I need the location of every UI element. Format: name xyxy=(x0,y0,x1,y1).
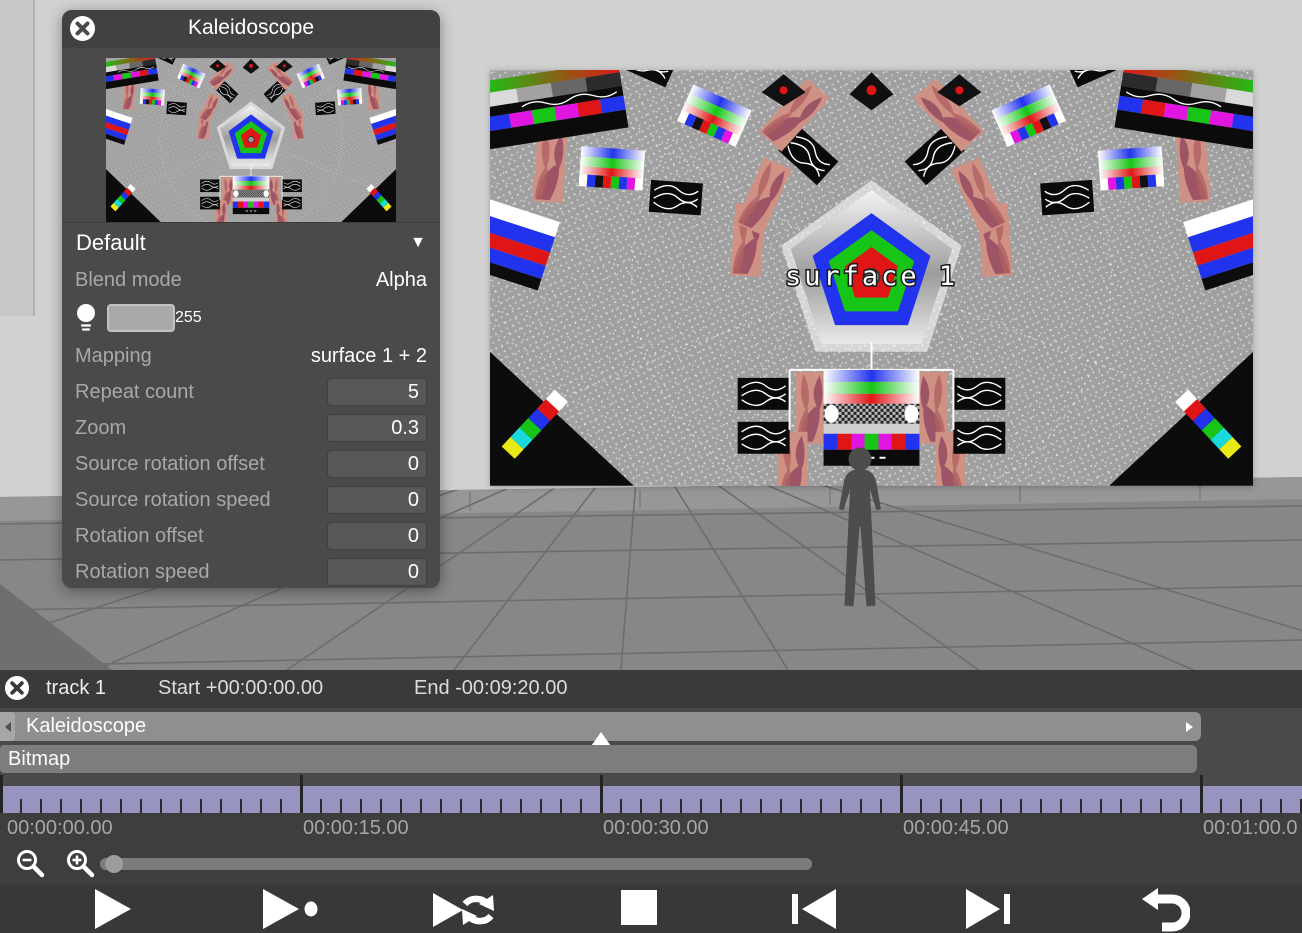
color-swatch[interactable] xyxy=(107,304,175,332)
rotation-speed-field[interactable]: 0 xyxy=(327,558,427,586)
ruler-major-tick xyxy=(0,775,3,813)
timeline-panel: track 1 Start +00:00:00.00 End -00:09:20… xyxy=(0,670,1302,933)
track-header: track 1 Start +00:00:00.00 End -00:09:20… xyxy=(0,670,1302,708)
play-button[interactable] xyxy=(93,888,133,933)
scroll-left-handle[interactable] xyxy=(0,712,15,741)
stop-icon xyxy=(620,888,658,926)
effect-title: Kaleidoscope xyxy=(62,16,440,40)
play-loop-button[interactable] xyxy=(433,888,495,933)
opacity-row: 255 xyxy=(62,298,440,338)
mapping-row: Mapping surface 1 + 2 xyxy=(62,338,440,374)
mapping-value[interactable]: surface 1 + 2 xyxy=(311,345,427,368)
opacity-field[interactable]: 255 xyxy=(175,309,202,327)
close-track-button[interactable] xyxy=(3,675,31,703)
layer-bar-bitmap[interactable]: Bitmap xyxy=(0,745,1197,773)
ruler-minor-ticks xyxy=(0,799,1302,813)
effect-panel: Kaleidoscope Default ▼ Blend mode Alpha … xyxy=(62,10,440,588)
ruler-labels: 00:00:00.00 00:00:15.00 00:00:30.00 00:0… xyxy=(0,813,1302,843)
ruler-major-tick xyxy=(600,775,603,813)
timeline-zoom-in-button[interactable] xyxy=(64,849,96,881)
surface-label: surface 1 xyxy=(785,261,958,292)
rotation-offset-label: Rotation offset xyxy=(75,525,204,548)
person-silhouette xyxy=(824,446,896,616)
source-rotation-speed-row: Source rotation speed 0 xyxy=(62,482,440,518)
wall-corner xyxy=(0,0,34,316)
preset-value: Default xyxy=(76,230,146,256)
timeline-ruler[interactable] xyxy=(0,786,1302,813)
chevron-down-icon: ▼ xyxy=(410,234,426,252)
preset-dropdown[interactable]: Default ▼ xyxy=(62,222,440,262)
source-rotation-offset-label: Source rotation offset xyxy=(75,453,265,476)
timeline-zoom-out-button[interactable] xyxy=(14,849,46,881)
projection-screen[interactable]: surface 1 xyxy=(490,70,1253,486)
effect-panel-header[interactable]: Kaleidoscope xyxy=(62,10,440,48)
ruler-major-tick xyxy=(300,775,303,813)
effect-preview xyxy=(106,58,396,222)
time-label: 00:00:45.00 xyxy=(903,817,1009,840)
layer-label: Kaleidoscope xyxy=(26,715,146,738)
track-start-time: Start +00:00:00.00 xyxy=(158,677,323,700)
slider-knob[interactable] xyxy=(105,855,123,873)
transport-bar xyxy=(0,885,1302,933)
source-rotation-offset-field[interactable]: 0 xyxy=(327,450,427,478)
blend-mode-label: Blend mode xyxy=(75,269,182,292)
zoom-label: Zoom xyxy=(75,417,126,440)
zoom-field[interactable]: 0.3 xyxy=(327,414,427,442)
track-end-time: End -00:09:20.00 xyxy=(414,677,567,700)
repeat-count-row: Repeat count 5 xyxy=(62,374,440,410)
triangle-left-icon xyxy=(5,722,11,732)
ruler-major-tick xyxy=(1200,775,1203,813)
play-from-cue-icon xyxy=(261,888,323,930)
timeline-scroll-slider[interactable] xyxy=(100,858,812,870)
play-icon xyxy=(93,888,133,930)
mapping-label: Mapping xyxy=(75,345,152,368)
ruler-major-tick xyxy=(900,775,903,813)
rotation-offset-row: Rotation offset 0 xyxy=(62,518,440,554)
time-label: 00:01:00.0 xyxy=(1203,817,1298,840)
time-label: 00:00:00.00 xyxy=(7,817,113,840)
stop-button[interactable] xyxy=(620,888,658,929)
track-name: track 1 xyxy=(46,677,106,700)
source-rotation-speed-field[interactable]: 0 xyxy=(327,486,427,514)
play-from-cue-button[interactable] xyxy=(261,888,323,933)
jump-to-start-button[interactable] xyxy=(790,888,838,933)
zoom-row: Zoom 0.3 xyxy=(62,410,440,446)
blend-mode-row: Blend mode Alpha xyxy=(62,262,440,298)
source-rotation-offset-row: Source rotation offset 0 xyxy=(62,446,440,482)
rotation-speed-label: Rotation speed xyxy=(75,561,210,584)
jump-to-end-icon xyxy=(964,888,1012,930)
zoom-out-icon xyxy=(15,849,45,879)
rotation-offset-field[interactable]: 0 xyxy=(327,522,427,550)
undo-button[interactable] xyxy=(1142,888,1190,933)
repeat-count-label: Repeat count xyxy=(75,381,194,404)
rotation-speed-row: Rotation speed 0 xyxy=(62,554,440,590)
bulb-icon xyxy=(75,303,97,333)
time-label: 00:00:30.00 xyxy=(603,817,709,840)
triangle-right-icon[interactable] xyxy=(1186,722,1193,732)
undo-icon xyxy=(1142,888,1190,933)
time-label: 00:00:15.00 xyxy=(303,817,409,840)
blend-mode-value[interactable]: Alpha xyxy=(376,269,427,292)
repeat-count-field[interactable]: 5 xyxy=(327,378,427,406)
layer-label: Bitmap xyxy=(8,748,70,771)
zoom-in-icon xyxy=(65,849,95,879)
jump-to-end-button[interactable] xyxy=(964,888,1012,933)
timeline-zoom-row xyxy=(0,843,1302,885)
play-loop-icon xyxy=(433,888,495,932)
close-icon xyxy=(4,675,30,701)
jump-to-start-icon xyxy=(790,888,838,930)
source-rotation-speed-label: Source rotation speed xyxy=(75,489,271,512)
